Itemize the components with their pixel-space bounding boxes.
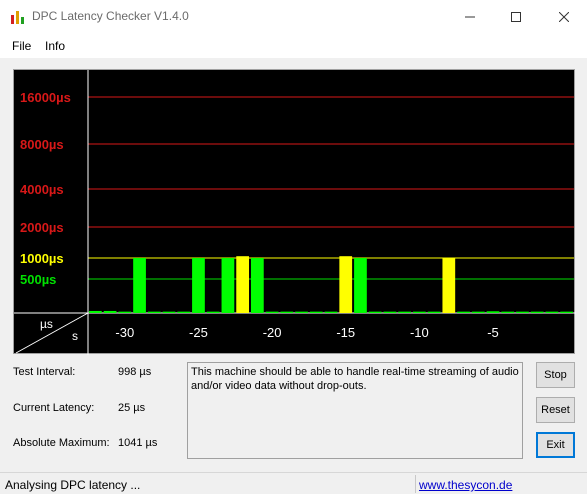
latency-bar <box>368 311 382 313</box>
stop-button[interactable]: Stop <box>536 362 575 388</box>
latency-bar <box>89 310 102 313</box>
latency-bar <box>147 311 161 313</box>
absolute-maximum-value: 1041 µs <box>118 437 158 449</box>
y-tick-label: 16000µs <box>20 90 71 105</box>
menu-file[interactable]: File <box>12 39 31 53</box>
maximize-button[interactable] <box>493 0 539 33</box>
close-button[interactable] <box>541 0 587 33</box>
latency-bar <box>295 311 308 313</box>
latency-bar <box>442 258 456 313</box>
menu-info[interactable]: Info <box>45 39 65 53</box>
latency-bar <box>103 310 117 313</box>
latency-bar <box>354 258 367 313</box>
latency-bar <box>177 311 191 313</box>
current-latency-label: Current Latency: <box>13 402 95 414</box>
y-tick-label: 500µs <box>20 272 56 287</box>
x-tick-label: -15 <box>336 325 355 340</box>
latency-bar <box>398 311 411 313</box>
absolute-maximum-label: Absolute Maximum: <box>13 437 110 449</box>
window-title: DPC Latency Checker V1.4.0 <box>32 9 189 23</box>
latency-bar <box>383 311 397 313</box>
status-bar: Analysing DPC latency ... www.thesycon.d… <box>0 472 587 494</box>
latency-bar <box>133 258 146 313</box>
corner-unit-us: µs <box>40 317 53 331</box>
test-interval-value: 998 µs <box>118 366 152 378</box>
status-divider <box>415 475 416 493</box>
latency-bar <box>413 311 426 313</box>
current-latency-value: 25 µs <box>118 402 146 414</box>
y-tick-label: 8000µs <box>20 137 64 152</box>
latency-bar <box>339 256 353 313</box>
title-bar[interactable]: DPC Latency Checker V1.4.0 <box>0 0 587 33</box>
close-icon <box>559 11 569 22</box>
y-tick-label: 1000µs <box>20 251 64 266</box>
latency-bar <box>192 258 205 313</box>
latency-chart-svg: 16000µs 8000µs 4000µs 2000µs 1000µs 500µs µs s -… <box>14 70 576 355</box>
y-tick-label: 4000µs <box>20 182 64 197</box>
latency-bar <box>530 311 544 313</box>
thesycon-link[interactable]: www.thesycon.de <box>419 478 512 492</box>
x-tick-label: -20 <box>263 325 282 340</box>
x-tick-label: -25 <box>189 325 208 340</box>
latency-bar <box>221 258 235 313</box>
latency-bar <box>427 311 441 313</box>
test-interval-label: Test Interval: <box>13 366 76 378</box>
latency-bar <box>118 311 132 313</box>
x-tick-label: -30 <box>115 325 134 340</box>
menu-bar: File Info <box>0 33 587 58</box>
x-tick-label: -10 <box>410 325 429 340</box>
latency-bar <box>486 311 500 313</box>
latency-bar <box>471 311 485 313</box>
status-text: Analysing DPC latency ... <box>5 478 141 492</box>
result-message: This machine should be able to handle re… <box>187 362 523 459</box>
minimize-button[interactable] <box>447 0 493 33</box>
bar-chart-app-icon <box>11 11 24 24</box>
latency-bar <box>280 311 294 313</box>
latency-bar <box>516 311 529 313</box>
latency-bar <box>324 311 338 313</box>
latency-bar <box>162 311 176 313</box>
x-tick-label: -5 <box>487 325 499 340</box>
latency-bar <box>545 311 559 313</box>
latency-bar <box>457 311 470 313</box>
reset-button[interactable]: Reset <box>536 397 575 423</box>
latency-bar <box>309 311 323 313</box>
latency-bar <box>236 256 249 313</box>
corner-unit-s: s <box>72 329 78 343</box>
maximize-icon <box>511 11 521 22</box>
latency-bar <box>265 311 279 313</box>
latency-chart: 16000µs 8000µs 4000µs 2000µs 1000µs 500µs µs s -… <box>13 69 576 355</box>
latency-bar <box>560 311 573 313</box>
exit-button[interactable]: Exit <box>536 432 575 458</box>
latency-bar <box>251 258 264 313</box>
y-tick-label: 2000µs <box>20 220 64 235</box>
latency-bar <box>501 311 515 313</box>
minimize-icon <box>465 16 475 17</box>
latency-bar <box>206 311 220 313</box>
